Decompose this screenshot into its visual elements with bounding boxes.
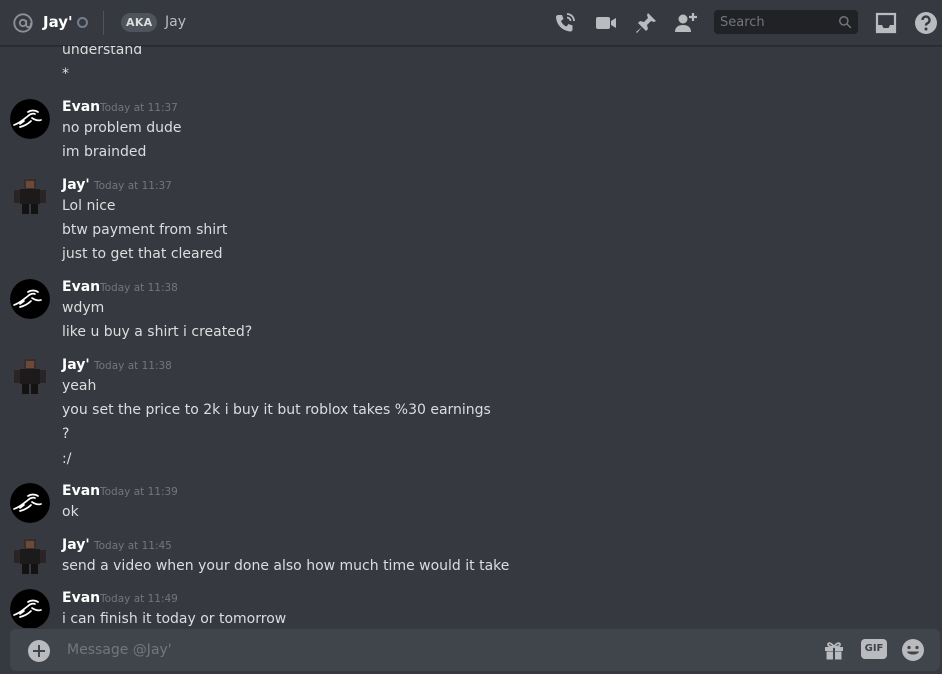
message-composer: GIF bbox=[10, 629, 940, 671]
message-timestamp: Today at 11:38 bbox=[94, 360, 172, 372]
inbox-icon[interactable] bbox=[874, 11, 898, 35]
message-text: you set the price to 2k i buy it but rob… bbox=[62, 402, 491, 418]
message-input[interactable] bbox=[67, 629, 667, 671]
message-text: no problem dude bbox=[62, 120, 182, 136]
message-text: ? bbox=[62, 426, 70, 442]
message-text: like u buy a shirt i created? bbox=[62, 324, 253, 340]
message-timestamp: Today at 11:39 bbox=[100, 486, 178, 498]
dm-recipient-name: Jay' bbox=[43, 13, 73, 31]
message-text: yeah bbox=[62, 378, 97, 394]
message-author[interactable]: Evan bbox=[62, 278, 100, 296]
message-timestamp: Today at 11:38 bbox=[100, 282, 178, 294]
avatar[interactable] bbox=[10, 99, 50, 139]
help-icon[interactable] bbox=[914, 11, 938, 35]
message-timestamp: Today at 11:37 bbox=[94, 180, 172, 192]
avatar[interactable] bbox=[10, 589, 50, 628]
phone-call-icon[interactable] bbox=[553, 11, 577, 35]
avatar[interactable] bbox=[10, 176, 50, 216]
message-list: understand * Evan Today at 11:37 no prob… bbox=[0, 46, 942, 628]
message-text: im brainded bbox=[62, 144, 147, 160]
message-text: ok bbox=[62, 504, 79, 520]
search-box[interactable] bbox=[714, 10, 858, 34]
message-author[interactable]: Evan bbox=[62, 98, 100, 116]
message-text: Lol nice bbox=[62, 198, 116, 214]
avatar[interactable] bbox=[10, 279, 50, 319]
add-friend-icon[interactable] bbox=[674, 11, 698, 35]
message-author[interactable]: Evan bbox=[62, 589, 100, 607]
channel-header: Jay' AKA Jay bbox=[0, 0, 942, 46]
header-divider bbox=[103, 11, 104, 35]
message-author[interactable]: Jay' bbox=[62, 536, 90, 554]
offline-status-indicator bbox=[77, 17, 88, 28]
emoji-icon[interactable] bbox=[901, 638, 925, 662]
avatar[interactable] bbox=[10, 483, 50, 523]
message-text: understand bbox=[62, 46, 143, 58]
avatar[interactable] bbox=[10, 356, 50, 396]
message-text: wdym bbox=[62, 300, 105, 316]
video-call-icon[interactable] bbox=[594, 11, 618, 35]
message-text: just to get that cleared bbox=[62, 246, 223, 262]
at-icon bbox=[13, 13, 33, 33]
pin-icon[interactable] bbox=[634, 11, 658, 35]
search-input[interactable] bbox=[714, 10, 834, 34]
gif-icon[interactable]: GIF bbox=[861, 639, 887, 659]
aka-name: Jay bbox=[165, 14, 186, 30]
message-timestamp: Today at 11:37 bbox=[100, 102, 178, 114]
message-text: * bbox=[62, 66, 69, 82]
gift-icon[interactable] bbox=[822, 638, 846, 662]
message-timestamp: Today at 11:45 bbox=[94, 540, 172, 552]
search-icon bbox=[839, 16, 852, 29]
avatar[interactable] bbox=[10, 536, 50, 576]
message-timestamp: Today at 11:49 bbox=[100, 593, 178, 605]
message-author[interactable]: Jay' bbox=[62, 356, 90, 374]
aka-badge: AKA bbox=[121, 13, 158, 32]
message-text: send a video when your done also how muc… bbox=[62, 558, 510, 574]
message-text: :/ bbox=[62, 451, 72, 467]
message-text: i can finish it today or tomorrow bbox=[62, 611, 287, 627]
add-attachment-icon[interactable] bbox=[28, 640, 50, 662]
message-text: btw payment from shirt bbox=[62, 222, 228, 238]
message-author[interactable]: Jay' bbox=[62, 176, 90, 194]
message-author[interactable]: Evan bbox=[62, 482, 100, 500]
